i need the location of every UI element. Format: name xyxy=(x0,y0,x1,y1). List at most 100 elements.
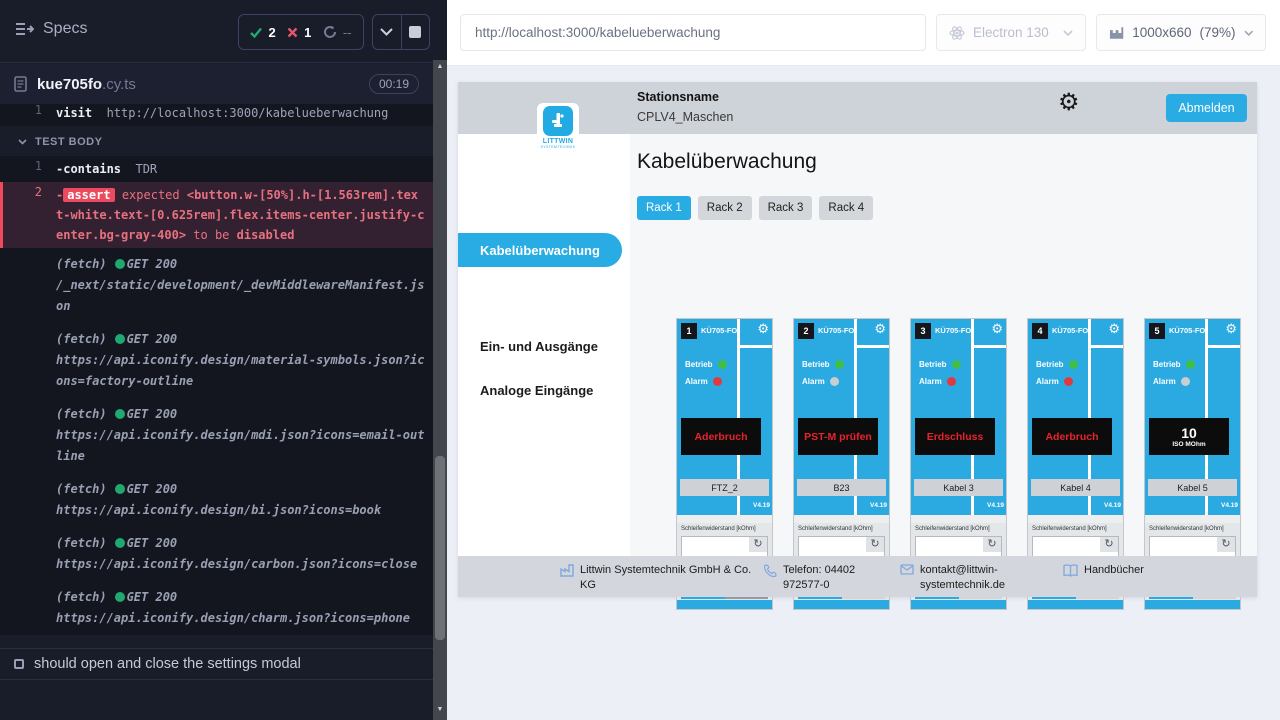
card-display: Aderbruch xyxy=(681,418,761,455)
card-number: 2 xyxy=(798,323,814,339)
chevron-down-icon xyxy=(1063,30,1073,36)
cypress-reporter: Specs 2 1 -- kue705fo.cy.ts 00:19 1 visi… xyxy=(0,0,433,720)
alarm-label: Alarm xyxy=(1036,377,1059,386)
littwin-logo-icon xyxy=(543,106,573,136)
card-number: 4 xyxy=(1032,323,1048,339)
footer-company: Littwin Systemtechnik GmbH & Co. KG xyxy=(560,563,760,593)
firmware-version: V4.19 xyxy=(1221,502,1238,509)
card-model: KÜ705-FO xyxy=(1052,326,1088,335)
command-assert-failed[interactable]: 2 -assert expected <button.w-[50%].h-[1.… xyxy=(0,182,433,248)
fetch-log-row[interactable]: (fetch)GET 200/_next/static/development/… xyxy=(0,248,433,323)
card-gear-icon[interactable]: ⚙ xyxy=(1225,322,1237,335)
fetch-log-row[interactable]: (fetch)GET 200https://api.iconify.design… xyxy=(0,581,433,635)
url-input[interactable] xyxy=(460,14,926,51)
alarm-led xyxy=(1181,377,1190,386)
test-body-section[interactable]: TEST BODY xyxy=(0,126,433,156)
station-name: CPLV4_Maschen xyxy=(637,110,733,124)
command-visit[interactable]: 1 visit http://localhost:3000/kabelueber… xyxy=(0,104,433,126)
sidebar-item-kabelueberwachung[interactable]: Kabelüberwachung xyxy=(458,233,622,267)
card-gear-icon[interactable]: ⚙ xyxy=(874,322,886,335)
alarm-label: Alarm xyxy=(685,377,708,386)
resistance-label: Schleifenwiderstand [kOhm] xyxy=(798,526,873,532)
command-contains[interactable]: 1 -contains TDR xyxy=(0,156,433,182)
email-icon xyxy=(900,564,914,575)
app-content: Kabelüberwachung Rack 1 Rack 2 Rack 3 Ra… xyxy=(630,134,1257,556)
pending-refresh-icon xyxy=(323,25,337,39)
betrieb-led xyxy=(1186,360,1195,369)
card-model: KÜ705-FO xyxy=(701,326,737,335)
sidebar-item-analoge-eingaenge[interactable]: Analoge Eingänge xyxy=(480,383,593,398)
app-under-test: Stationsname CPLV4_Maschen ⚙ Abmelden LI… xyxy=(458,82,1257,597)
stop-button[interactable] xyxy=(401,15,430,49)
tab-rack-2[interactable]: Rack 2 xyxy=(698,196,752,220)
footer-manuals[interactable]: Handbücher xyxy=(1063,563,1144,578)
pending-count: -- xyxy=(343,25,352,40)
viewport-select[interactable]: 1000x660 (79%) xyxy=(1096,14,1266,51)
specs-list-icon xyxy=(14,21,34,37)
cable-label: Kabel 5 xyxy=(1148,479,1237,496)
card-gear-icon[interactable]: ⚙ xyxy=(757,322,769,335)
sidebar-item-ein-ausgaenge[interactable]: Ein- und Ausgänge xyxy=(480,339,598,354)
footer-email[interactable]: kontakt@littwin-systemtechnik.de xyxy=(900,563,1025,593)
alarm-led xyxy=(713,377,722,386)
specs-label: Specs xyxy=(43,20,87,38)
section-chevron-icon xyxy=(18,139,27,145)
refresh-icon[interactable]: ↻ xyxy=(749,537,767,552)
command-log: 1 visit http://localhost:3000/kabelueber… xyxy=(0,104,433,644)
alarm-led xyxy=(830,377,839,386)
assert-chip: assert xyxy=(63,188,114,202)
betrieb-led xyxy=(835,360,844,369)
status-ok-dot xyxy=(115,334,125,344)
refresh-icon[interactable]: ↻ xyxy=(1100,537,1118,552)
failed-x-icon xyxy=(287,27,298,38)
card-display: 10ISO MOhm xyxy=(1149,418,1229,455)
scrollbar-thumb[interactable] xyxy=(435,456,445,640)
tab-rack-3[interactable]: Rack 3 xyxy=(759,196,813,220)
fetch-log-row[interactable]: (fetch)GET 200https://api.iconify.design… xyxy=(0,398,433,473)
card-gear-icon[interactable]: ⚙ xyxy=(991,322,1003,335)
browser-select[interactable]: Electron 130 xyxy=(936,14,1086,51)
specs-toggle[interactable]: Specs xyxy=(14,20,87,38)
tab-rack-4[interactable]: Rack 4 xyxy=(819,196,873,220)
factory-icon xyxy=(560,564,574,577)
collapse-button[interactable] xyxy=(373,15,401,49)
failed-count: 1 xyxy=(304,25,311,40)
refresh-icon[interactable]: ↻ xyxy=(866,537,884,552)
card-model: KÜ705-FO xyxy=(935,326,971,335)
scroll-down-icon[interactable]: ▼ xyxy=(433,706,447,713)
firmware-version: V4.19 xyxy=(753,502,770,509)
card-display: Erdschluss xyxy=(915,418,995,455)
logo-text: LITTWIN xyxy=(543,138,573,145)
fetch-log-row[interactable]: (fetch)GET 200https://api.iconify.design… xyxy=(0,473,433,527)
card-model: KÜ705-FO xyxy=(1169,326,1205,335)
page-title: Kabelüberwachung xyxy=(637,150,817,174)
pending-test-row[interactable]: should open and close the settings modal xyxy=(0,648,433,678)
reporter-scrollbar: ▲ ▼ xyxy=(433,0,447,720)
tab-rack-1[interactable]: Rack 1 xyxy=(637,196,691,220)
betrieb-led xyxy=(718,360,727,369)
passed-check-icon xyxy=(250,27,262,38)
station-label: Stationsname xyxy=(637,90,719,104)
logout-button[interactable]: Abmelden xyxy=(1166,94,1247,122)
firmware-version: V4.19 xyxy=(1104,502,1121,509)
book-icon xyxy=(1063,564,1078,577)
status-ok-dot xyxy=(115,484,125,494)
electron-icon xyxy=(949,25,965,41)
betrieb-led xyxy=(1069,360,1078,369)
card-gear-icon[interactable]: ⚙ xyxy=(1108,322,1120,335)
refresh-icon[interactable]: ↻ xyxy=(983,537,1001,552)
resistance-label: Schleifenwiderstand [kOhm] xyxy=(681,526,756,532)
resistance-label: Schleifenwiderstand [kOhm] xyxy=(1149,526,1224,532)
alarm-label: Alarm xyxy=(802,377,825,386)
refresh-icon[interactable]: ↻ xyxy=(1217,537,1235,552)
settings-gear-icon[interactable]: ⚙ xyxy=(1058,91,1080,115)
card-display: Aderbruch xyxy=(1032,418,1112,455)
cable-label: FTZ_2 xyxy=(680,479,769,496)
fetch-log-row[interactable]: (fetch)GET 200https://api.iconify.design… xyxy=(0,527,433,581)
scroll-up-icon[interactable]: ▲ xyxy=(433,63,447,70)
fetch-log-row[interactable]: (fetch)GET 200https://api.iconify.design… xyxy=(0,323,433,398)
spec-file-row[interactable]: kue705fo.cy.ts 00:19 xyxy=(0,64,433,104)
cable-label: Kabel 3 xyxy=(914,479,1003,496)
test-stats[interactable]: 2 1 -- xyxy=(238,14,364,50)
viewport-size: 1000x660 xyxy=(1132,25,1191,40)
